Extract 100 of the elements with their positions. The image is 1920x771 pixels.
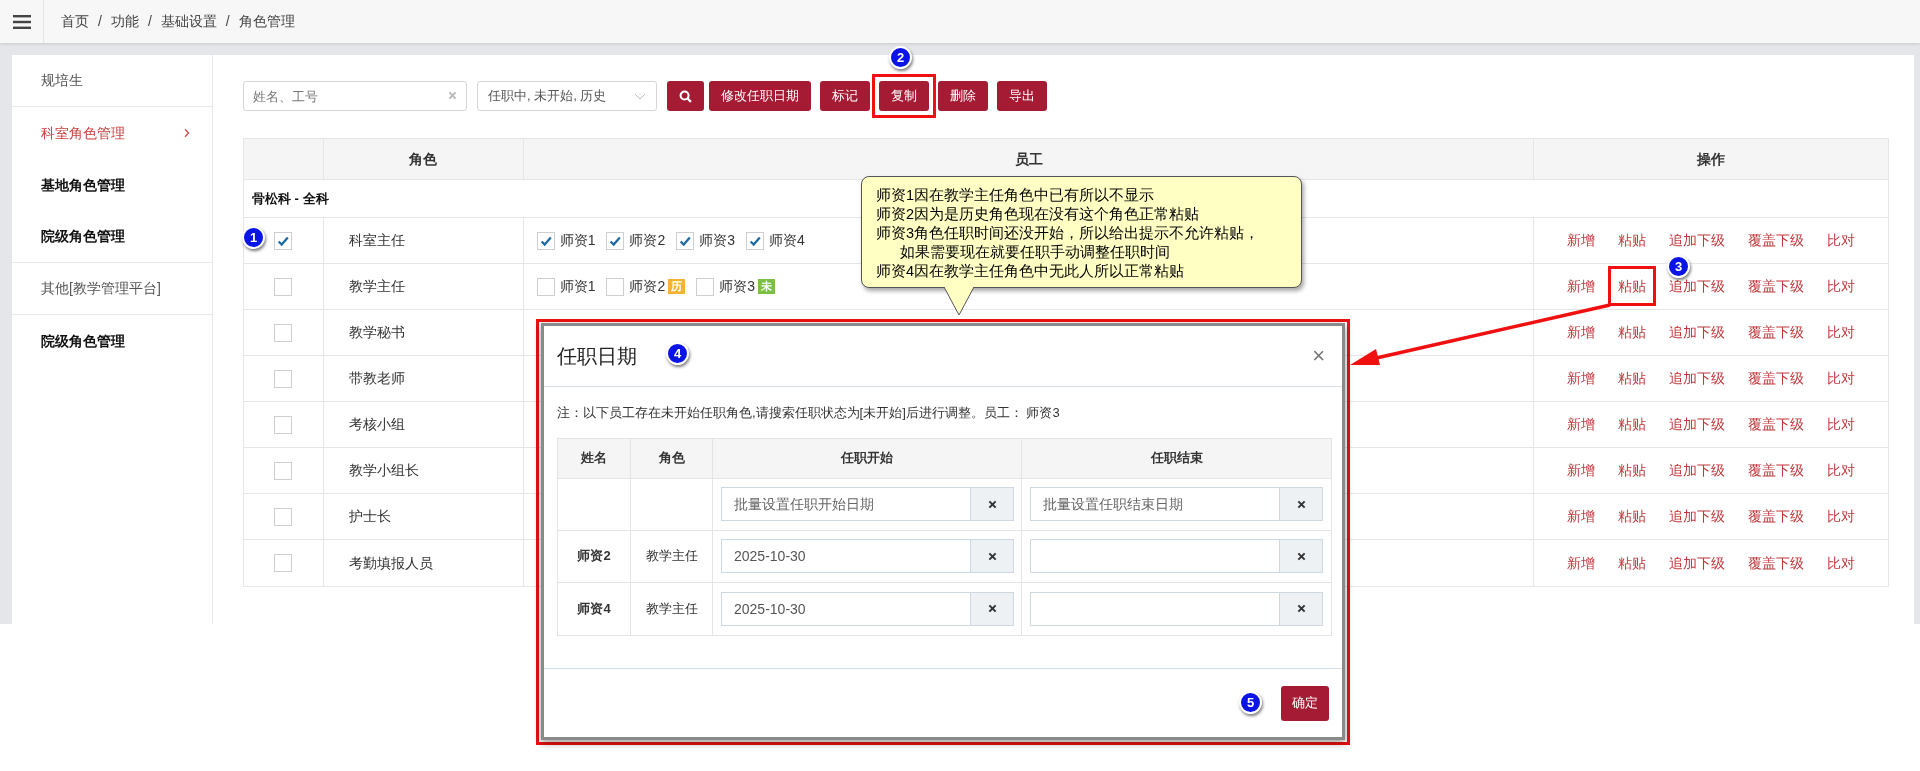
action-link[interactable]: 新增	[1567, 414, 1596, 435]
callout-text: 师资2因为是历史角色现在没有这个角色正常粘贴	[876, 205, 1201, 224]
action-link[interactable]: 新增	[1567, 552, 1596, 574]
sidebar-item[interactable]: 规培生	[12, 55, 212, 107]
action-link[interactable]: 追加下级	[1669, 552, 1726, 574]
table-cell-text: 教学主任	[348, 277, 405, 296]
staff-label: 师资1	[559, 277, 596, 296]
status-select[interactable]: 任职中, 未开始, 历史	[477, 81, 657, 111]
action-link[interactable]: 追加下级	[1669, 368, 1726, 389]
action-link[interactable]: 新增	[1567, 322, 1596, 343]
table-cell-text: 教学主任	[645, 547, 698, 566]
action-link[interactable]: 覆盖下级	[1748, 276, 1805, 297]
action-link[interactable]: 比对	[1827, 506, 1856, 527]
action-link[interactable]: 粘贴	[1618, 368, 1647, 389]
breadcrumb-link[interactable]: 功能	[110, 11, 139, 32]
action-link[interactable]: 粘贴	[1618, 506, 1647, 527]
action-link[interactable]: 比对	[1827, 230, 1856, 251]
action-link[interactable]: 粘贴	[1618, 460, 1647, 481]
action-link[interactable]: 新增	[1567, 276, 1596, 297]
table-cell-text: 护士长	[348, 507, 391, 526]
breadcrumb-separator: /	[147, 12, 152, 31]
status-tag: 历	[668, 279, 686, 294]
staff-label: 师资4	[769, 231, 805, 250]
action-link[interactable]: 粘贴	[1618, 414, 1647, 435]
action-link[interactable]: 粘贴	[1618, 322, 1647, 343]
column-header: 角色	[658, 449, 685, 468]
column-header: 任职结束	[1150, 449, 1203, 468]
action-link[interactable]: 覆盖下级	[1748, 368, 1805, 389]
action-link[interactable]: 覆盖下级	[1748, 506, 1805, 527]
date-field[interactable]: 2025-10-30	[721, 539, 971, 573]
table-cell-text: 考勤填报人员	[348, 553, 433, 573]
date-field[interactable]: 批量设置任职开始日期	[721, 487, 971, 521]
callout-text: 师资1因在教学主任角色中已有所以不显示	[876, 186, 1156, 205]
column-header: 姓名	[581, 449, 607, 468]
callout-text: 师资4因在教学主任角色中无此人所以正常粘贴	[876, 262, 1186, 281]
staff-label: 师资3	[719, 277, 756, 296]
breadcrumb-link[interactable]: 基础设置	[160, 11, 217, 32]
action-link[interactable]: 追加下级	[1669, 414, 1726, 435]
column-header: 角色	[409, 149, 438, 169]
action-link[interactable]: 覆盖下级	[1748, 552, 1805, 574]
column-header: 任职开始	[841, 449, 893, 468]
sidebar-item[interactable]: 其他[教学管理平台]	[12, 263, 212, 315]
toolbar-button[interactable]: 删除	[938, 81, 988, 111]
sidebar-item[interactable]: 基地角色管理	[12, 159, 212, 211]
callout-text: 师资3角色任职时间还没开始，所以给出提示不允许粘贴，	[876, 224, 1261, 243]
action-link[interactable]: 比对	[1827, 276, 1856, 297]
action-link[interactable]: 覆盖下级	[1748, 322, 1805, 343]
table-cell-text: 教学主任	[645, 599, 698, 618]
action-link[interactable]: 新增	[1567, 506, 1596, 527]
action-link[interactable]: 比对	[1827, 552, 1856, 574]
action-link[interactable]: 覆盖下级	[1748, 460, 1805, 481]
action-link[interactable]: 覆盖下级	[1748, 230, 1805, 251]
breadcrumb-separator: /	[225, 12, 230, 31]
action-link[interactable]: 比对	[1827, 322, 1856, 343]
action-link[interactable]: 追加下级	[1669, 276, 1726, 297]
action-link[interactable]: 追加下级	[1669, 322, 1726, 343]
note-text: 注：以下员工存在未开始任职角色,请搜索任职状态为[未开始]后进行调整。员工： 师资3	[557, 404, 1061, 422]
date-field[interactable]: 2025-10-30	[721, 591, 971, 626]
action-link[interactable]: 比对	[1827, 414, 1856, 435]
column-header: 操作	[1697, 149, 1726, 169]
search-field[interactable]: 姓名、工号	[243, 81, 467, 111]
action-link[interactable]: 比对	[1827, 368, 1856, 389]
toolbar-button[interactable]: 修改任职日期	[709, 81, 811, 111]
confirm-button[interactable]: 确定	[1281, 685, 1329, 721]
status-tag: 未	[758, 279, 776, 294]
action-link[interactable]: 新增	[1567, 460, 1596, 481]
breadcrumb-link[interactable]: 首页	[61, 11, 89, 32]
table-cell-text: 师资4	[577, 599, 611, 618]
table-cell-text: 带教老师	[348, 369, 405, 388]
table-cell-text: 教学小组长	[348, 461, 419, 480]
staff-label: 师资2	[629, 231, 666, 250]
breadcrumb-separator: /	[98, 12, 102, 31]
action-link[interactable]: 覆盖下级	[1748, 414, 1805, 435]
staff-label: 师资2	[629, 277, 666, 296]
action-link[interactable]: 比对	[1827, 460, 1856, 481]
action-link[interactable]: 粘贴	[1618, 230, 1647, 251]
action-link[interactable]: 追加下级	[1669, 460, 1726, 481]
staff-label: 师资3	[699, 231, 736, 250]
table-cell-text: 考核小组	[348, 415, 405, 434]
action-link[interactable]: 追加下级	[1669, 506, 1726, 527]
close-button[interactable]: ×	[1312, 345, 1329, 367]
modal-title: 任职日期	[557, 344, 637, 369]
action-link[interactable]: 新增	[1567, 368, 1596, 389]
breadcrumb-link[interactable]: 角色管理	[238, 11, 295, 32]
action-link[interactable]: 追加下级	[1669, 230, 1726, 251]
toolbar-button[interactable]: 标记	[820, 81, 870, 111]
sidebar-item[interactable]: 科室角色管理	[12, 107, 212, 159]
toolbar-button[interactable]: 复制	[879, 81, 929, 111]
action-link[interactable]: 新增	[1567, 230, 1596, 251]
toolbar-button[interactable]: 导出	[997, 81, 1047, 111]
staff-label: 师资1	[559, 231, 596, 250]
table-cell-text: 教学秘书	[348, 323, 405, 342]
column-header: 员工	[1014, 149, 1043, 169]
table-cell-text: 师资2	[577, 547, 611, 566]
action-link[interactable]: 粘贴	[1618, 276, 1647, 297]
sidebar-item[interactable]: 院级角色管理	[12, 315, 212, 367]
group-title: 骨松科 - 全科	[252, 189, 329, 208]
sidebar-item[interactable]: 院级角色管理	[12, 211, 212, 263]
date-field[interactable]: 批量设置任职结束日期	[1030, 487, 1280, 521]
action-link[interactable]: 粘贴	[1618, 552, 1647, 574]
